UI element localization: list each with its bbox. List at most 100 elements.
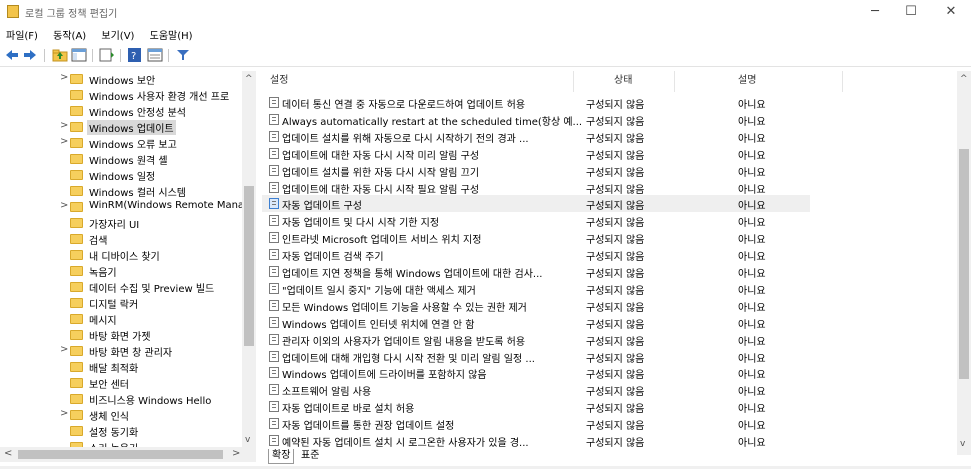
folder-icon (70, 186, 83, 196)
scroll-down-arrow-icon[interactable]: v (960, 439, 965, 449)
setting-row[interactable]: 모든 Windows 업데이트 기능을 사용할 수 있는 권한 제거 구성되지 않… (262, 297, 954, 314)
up-folder-icon[interactable] (52, 48, 68, 62)
menu-help[interactable]: 도움말(H) (144, 24, 199, 42)
list-vertical-scrollbar[interactable]: ^ v (957, 71, 971, 455)
setting-row[interactable]: "업데이트 일시 중지" 기능에 대한 액세스 제거 구성되지 않음 아니요 (262, 280, 954, 297)
setting-row[interactable]: 업데이트 설치를 위한 자동 다시 시작 알림 끄기 구성되지 않음 아니요 (262, 162, 954, 179)
help-icon[interactable]: ? (127, 48, 143, 62)
setting-row[interactable]: 업데이트에 대한 자동 다시 시작 미리 알림 구성 구성되지 않음 아니요 (262, 145, 954, 162)
setting-name: 업데이트에 대한 자동 다시 시작 필요 알림 구성 (282, 184, 480, 196)
forward-arrow-icon[interactable] (22, 48, 38, 62)
policy-setting-icon (269, 147, 279, 159)
tree-item[interactable]: 메시지 (0, 311, 242, 327)
folder-icon (70, 362, 83, 372)
show-hide-console-tree-icon[interactable] (71, 48, 87, 62)
tree-item[interactable]: 비즈니스용 Windows Hello (0, 391, 242, 407)
tree-vertical-scrollbar[interactable]: ^ v (242, 71, 256, 447)
tree-item[interactable]: 바탕 화면 가젯 (0, 327, 242, 343)
close-button[interactable]: ✕ (933, 0, 969, 24)
tree-scroll-thumb[interactable] (244, 186, 254, 346)
tree-item-label: 배달 최적화 (89, 364, 139, 375)
properties-view-icon[interactable] (147, 48, 163, 62)
tree-item[interactable]: 디지털 락커 (0, 295, 242, 311)
maximize-button[interactable]: ☐ (893, 0, 929, 24)
setting-row[interactable]: 인트라넷 Microsoft 업데이트 서비스 위치 지정 구성되지 않음 아니요 (262, 229, 954, 246)
tree-item[interactable]: 가장자리 UI (0, 215, 242, 231)
setting-row[interactable]: Windows 업데이트에 드라이버를 포함하지 않음 구성되지 않음 아니요 (262, 364, 954, 381)
expand-chevron-icon[interactable]: > (60, 120, 68, 131)
scroll-left-arrow-icon[interactable]: < (4, 448, 12, 459)
filter-icon[interactable] (175, 48, 191, 62)
menu-file[interactable]: 파일(F) (0, 24, 44, 42)
expand-chevron-icon[interactable]: > (60, 408, 68, 419)
setting-row[interactable]: 업데이트에 대한 자동 다시 시작 필요 알림 구성 구성되지 않음 아니요 (262, 179, 954, 196)
tree-item[interactable]: 배달 최적화 (0, 359, 242, 375)
scroll-right-arrow-icon[interactable]: > (232, 448, 240, 459)
tree-item[interactable]: > 바탕 화면 창 관리자 (0, 343, 242, 359)
back-arrow-icon[interactable] (4, 48, 20, 62)
window-title: 로컬 그룹 정책 편집기 (25, 9, 118, 20)
setting-row[interactable]: 관리자 이외의 사용자가 업데이트 알림 내용을 받도록 허용 구성되지 않음 아니… (262, 331, 954, 348)
setting-row[interactable]: 자동 업데이트 및 다시 시작 기한 지정 구성되지 않음 아니요 (262, 212, 954, 229)
column-header-comment[interactable]: 설명 (738, 71, 756, 92)
gpedit-app-icon (7, 5, 19, 18)
tree-horizontal-scrollbar[interactable]: < > (0, 447, 256, 462)
setting-row[interactable]: 자동 업데이트로 바로 설치 허용 구성되지 않음 아니요 (262, 398, 954, 415)
tree-item[interactable]: > WinRM(Windows Remote Mana (0, 199, 244, 215)
expand-chevron-icon[interactable]: > (60, 344, 68, 355)
tree-item[interactable]: Windows 사용자 환경 개선 프로 (0, 87, 242, 103)
setting-comment: 아니요 (738, 201, 766, 213)
setting-comment: 아니요 (738, 285, 766, 297)
tree-item[interactable]: > 생체 인식 (0, 407, 242, 423)
tree-item[interactable]: Windows 안정성 분석 (0, 103, 242, 119)
tree-item[interactable]: 녹음기 (0, 263, 242, 279)
setting-row[interactable]: 데이터 통신 연결 중 자동으로 다운로드하여 업데이트 허용 구성되지 않음 아니… (262, 94, 954, 111)
tree-item[interactable]: 내 디바이스 찾기 (0, 247, 242, 263)
tree-item[interactable]: 데이터 수집 및 Preview 빌드 (0, 279, 242, 295)
tree-item[interactable]: Windows 원격 셸 (0, 151, 242, 167)
export-list-icon[interactable] (99, 48, 115, 62)
setting-row[interactable]: 자동 업데이트 검색 주기 구성되지 않음 아니요 (262, 246, 954, 263)
tree-hscroll-thumb[interactable] (18, 450, 223, 459)
tree-item[interactable]: 설정 동기화 (0, 423, 242, 439)
column-divider[interactable] (842, 71, 843, 92)
setting-row[interactable]: 소프트웨어 알림 사용 구성되지 않음 아니요 (262, 381, 954, 398)
tree-item[interactable]: > Windows 업데이트 (0, 119, 242, 135)
scroll-up-arrow-icon[interactable]: ^ (960, 74, 968, 84)
setting-row[interactable]: 자동 업데이트를 통한 권장 업데이트 설정 구성되지 않음 아니요 (262, 415, 954, 432)
column-divider[interactable] (573, 71, 574, 92)
scroll-down-arrow-icon[interactable]: v (245, 435, 250, 445)
setting-row[interactable]: 업데이트 지연 정책을 통해 Windows 업데이트에 대한 검사... 구성되… (262, 263, 954, 280)
list-scroll-thumb[interactable] (959, 149, 969, 379)
tab-standard[interactable]: 표준 (298, 449, 322, 463)
column-header-setting[interactable]: 설정 (270, 71, 288, 92)
expand-chevron-icon[interactable]: > (60, 72, 68, 83)
menu-action[interactable]: 동작(A) (47, 24, 92, 42)
tree-item[interactable]: 보안 센터 (0, 375, 242, 391)
setting-row[interactable]: 자동 업데이트 구성 구성되지 않음 아니요 (262, 195, 810, 213)
expand-chevron-icon[interactable]: > (60, 136, 68, 147)
setting-row[interactable]: 예약된 자동 업데이트 설치 시 로그온한 사용자가 있을 경... 구성되지 않… (262, 432, 954, 449)
folder-icon (70, 170, 83, 180)
column-divider[interactable] (674, 71, 675, 92)
policy-setting-icon (269, 435, 279, 446)
setting-row[interactable]: Always automatically restart at the sche… (262, 111, 954, 128)
minimize-button[interactable]: ─ (857, 0, 893, 24)
title-bar: 로컬 그룹 정책 편집기 ─ ☐ ✕ (0, 0, 971, 24)
tree-item[interactable]: Windows 컬러 시스템 (0, 183, 242, 199)
tree-item[interactable]: Windows 일정 (0, 167, 242, 183)
setting-row[interactable]: 업데이트에 대해 개입형 다시 시작 전환 및 미리 알림 일정 ... 구성되지… (262, 348, 954, 365)
svg-text:?: ? (131, 51, 136, 62)
folder-icon (70, 330, 83, 340)
setting-row[interactable]: Windows 업데이트 인터넷 위치에 연결 안 함 구성되지 않음 아니요 (262, 314, 954, 331)
tree-item[interactable]: 검색 (0, 231, 242, 247)
scroll-up-arrow-icon[interactable]: ^ (245, 74, 253, 84)
setting-state: 구성되지 않음 (586, 167, 645, 179)
setting-row[interactable]: 업데이트 설치를 위해 자동으로 다시 시작하기 전의 경과 ... 구성되지 않… (262, 128, 954, 145)
menu-view[interactable]: 보기(V) (95, 24, 140, 42)
column-header-state[interactable]: 상태 (614, 71, 632, 92)
expand-chevron-icon[interactable]: > (60, 200, 68, 211)
tree-item[interactable]: > Windows 보안 (0, 71, 242, 87)
tree-item[interactable]: > Windows 오류 보고 (0, 135, 242, 151)
tab-extended[interactable]: 확장 (268, 449, 295, 464)
